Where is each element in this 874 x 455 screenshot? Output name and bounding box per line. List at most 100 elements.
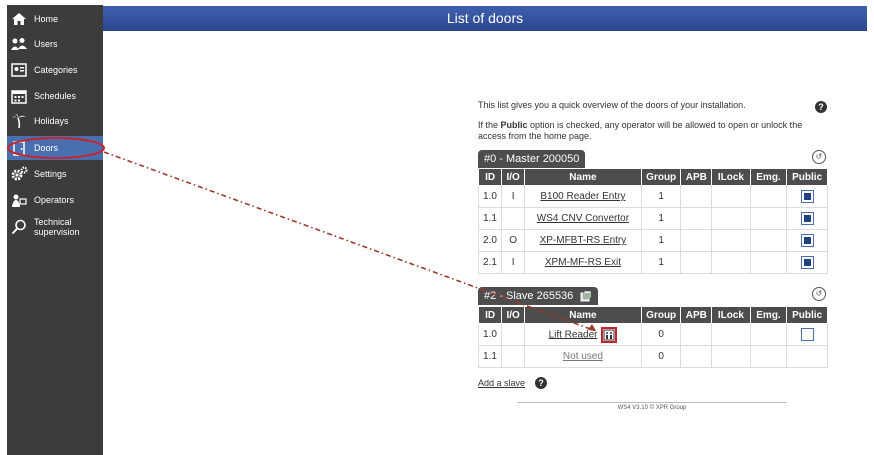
- door-ilock: [711, 185, 751, 208]
- door-group: 0: [640, 345, 682, 368]
- slave-tab: #2 - Slave 265536: [478, 287, 599, 305]
- sidebar-item-doors[interactable]: Doors: [7, 136, 103, 160]
- edit-slave-icon[interactable]: [580, 290, 592, 302]
- door-ilock: [711, 229, 751, 252]
- door-apb: [680, 251, 713, 274]
- column-header: Public: [786, 306, 828, 324]
- intro-text: This list gives you a quick overview of …: [478, 100, 746, 110]
- calendar-icon: [10, 88, 28, 104]
- door-emg: [749, 207, 788, 230]
- add-slave-link[interactable]: Add a slave: [478, 378, 525, 388]
- door-group: 0: [640, 323, 682, 346]
- table-row: 1.0 Lift Reader 0: [477, 323, 828, 346]
- door-name-link[interactable]: XP-MFBT-RS Entry: [540, 235, 627, 246]
- master-doors-table: ID I/O Name Group APB ILock Emg. Public …: [477, 168, 828, 274]
- door-emg: [749, 345, 788, 368]
- door-id: 2.0: [477, 229, 503, 252]
- door-emg: [749, 229, 788, 252]
- column-header: I/O: [501, 306, 525, 324]
- sidebar-item-technical-supervision[interactable]: Technical supervision: [7, 214, 103, 240]
- sidebar-item-label: Operators: [34, 195, 75, 205]
- public-explanation: If the Public option is checked, any ope…: [478, 120, 803, 141]
- door-icon: [10, 140, 28, 156]
- door-name-link[interactable]: Not used: [563, 351, 603, 362]
- door-ilock: [711, 207, 751, 230]
- sidebar-item-label: Holidays: [34, 116, 69, 126]
- door-group: 1: [640, 251, 682, 274]
- help-icon[interactable]: ?: [815, 101, 827, 113]
- door-io: [501, 207, 525, 230]
- sidebar-item-label: Categories: [34, 65, 78, 75]
- sidebar-item-schedules[interactable]: Schedules: [7, 84, 103, 108]
- public-checkbox[interactable]: [800, 234, 814, 247]
- footer-divider: [517, 402, 787, 403]
- sidebar-item-categories[interactable]: Categories: [7, 58, 103, 82]
- palm-tree-icon: [10, 113, 28, 129]
- door-io: I: [501, 251, 525, 274]
- column-header: ILock: [711, 168, 751, 186]
- door-apb: [680, 229, 713, 252]
- column-header: Group: [640, 168, 682, 186]
- door-id: 1.0: [477, 185, 503, 208]
- door-apb: [680, 185, 713, 208]
- page-title: List of doors: [103, 6, 867, 31]
- door-emg: [749, 323, 788, 346]
- table-row: 2.1 I XPM-MF-RS Exit 1: [477, 251, 828, 274]
- users-icon: [10, 36, 28, 52]
- search-icon: [10, 219, 28, 235]
- table-row: 1.1 Not used 0: [477, 345, 828, 368]
- sidebar-item-label: Home: [34, 14, 59, 24]
- door-name-link[interactable]: B100 Reader Entry: [540, 191, 625, 202]
- history-icon[interactable]: ↺: [812, 150, 826, 164]
- public-checkbox[interactable]: [800, 328, 814, 341]
- door-group: 1: [640, 229, 682, 252]
- table-row: 2.0 O XP-MFBT-RS Entry 1: [477, 229, 828, 252]
- categories-icon: [10, 62, 28, 78]
- door-name-link[interactable]: XPM-MF-RS Exit: [545, 257, 621, 268]
- sidebar-item-users[interactable]: Users: [7, 32, 103, 56]
- door-emg: [749, 185, 788, 208]
- public-checkbox[interactable]: [800, 190, 814, 203]
- door-id: 1.1: [477, 207, 503, 230]
- door-id: 2.1: [477, 251, 503, 274]
- sidebar-item-holidays[interactable]: Holidays: [7, 109, 103, 133]
- column-header: ILock: [711, 306, 751, 324]
- public-checkbox[interactable]: [800, 256, 814, 269]
- sidebar-item-label: Doors: [34, 143, 59, 153]
- column-header: Emg.: [749, 168, 788, 186]
- sidebar-item-label: Users: [34, 39, 58, 49]
- column-header: APB: [680, 168, 713, 186]
- door-io: [501, 323, 525, 346]
- help-icon[interactable]: ?: [535, 377, 547, 389]
- door-group: 1: [640, 185, 682, 208]
- sidebar-item-label: Settings: [34, 169, 67, 179]
- door-apb: [680, 345, 713, 368]
- door-id: 1.0: [477, 323, 503, 346]
- door-io: [501, 345, 525, 368]
- home-icon: [10, 11, 28, 27]
- table-row: 1.0 I B100 Reader Entry 1: [477, 185, 828, 208]
- column-header: Name: [523, 306, 642, 324]
- door-name-link[interactable]: Lift Reader: [549, 329, 598, 340]
- table-row: 1.1 WS4 CNV Convertor 1: [477, 207, 828, 230]
- slave-doors-table: ID I/O Name Group APB ILock Emg. Public …: [477, 306, 828, 368]
- door-ilock: [711, 251, 751, 274]
- lift-icon[interactable]: [601, 326, 618, 343]
- door-emg: [749, 251, 788, 274]
- door-apb: [680, 207, 713, 230]
- door-io: I: [501, 185, 525, 208]
- sidebar-item-home[interactable]: Home: [7, 7, 103, 31]
- sidebar-item-settings[interactable]: Settings: [7, 162, 103, 186]
- door-group: 1: [640, 207, 682, 230]
- column-header: ID: [477, 168, 503, 186]
- door-name-link[interactable]: WS4 CNV Convertor: [537, 213, 629, 224]
- master-tab: #0 - Master 200050: [478, 150, 586, 168]
- history-icon[interactable]: ↺: [812, 287, 826, 301]
- public-checkbox[interactable]: [800, 212, 814, 225]
- footer-text: WS4 V3.10 © XPR Group: [617, 405, 687, 411]
- sidebar-item-operators[interactable]: Operators: [7, 188, 103, 212]
- door-ilock: [711, 345, 751, 368]
- public-cell-empty: [786, 345, 828, 368]
- operator-icon: [10, 192, 28, 208]
- door-apb: [680, 323, 713, 346]
